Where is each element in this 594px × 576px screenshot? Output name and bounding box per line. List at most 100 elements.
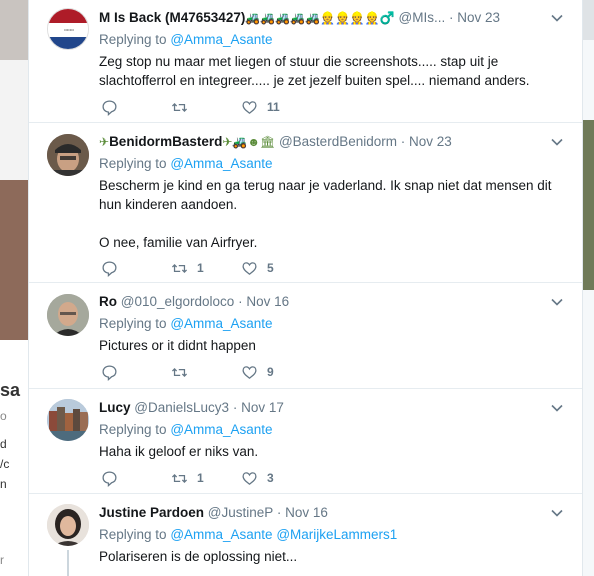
retweet-icon [171, 102, 188, 112]
bg-fragment: d [0, 437, 7, 451]
chevron-down-icon[interactable] [550, 11, 564, 25]
tweet-text: Polariseren is de oplossing niet... [99, 549, 298, 564]
retweet-button[interactable]: 1 [171, 258, 204, 278]
chevron-down-icon[interactable] [550, 506, 564, 520]
avatar[interactable] [47, 134, 89, 176]
tweet-header: M Is Back (M47653427)🚜🚜🚜🚜🚜👷👷👷👷♂️ @MIs...… [99, 10, 501, 25]
tweet[interactable]: ••••••• M Is Back (M47653427)🚜🚜🚜🚜🚜👷👷👷👷♂️… [29, 0, 582, 123]
tweet-timestamp[interactable]: Nov 23 [409, 134, 452, 149]
heart-icon [242, 261, 257, 275]
tweet-timestamp[interactable]: Nov 16 [285, 505, 328, 520]
reply-button[interactable] [101, 362, 127, 382]
thread-connector-line [67, 550, 69, 576]
chevron-down-icon[interactable] [550, 401, 564, 415]
replying-to: Replying to @Amma_Asante [99, 154, 564, 174]
heart-icon [242, 471, 257, 485]
replying-to: Replying to @Amma_Asante @MarijkeLammers… [99, 525, 564, 545]
tweet[interactable]: Ro @010_elgordoloco · Nov 16 Replying to… [29, 283, 582, 389]
replying-to: Replying to @Amma_Asante [99, 420, 564, 440]
name-prefix-emoji: ✈ [99, 135, 110, 149]
tweet-actions: 11 [99, 97, 399, 117]
like-button[interactable]: 3 [241, 468, 274, 488]
mention-link[interactable]: @Amma_Asante [170, 422, 272, 437]
avatar[interactable]: ••••••• [47, 8, 89, 50]
retweet-button[interactable] [171, 362, 197, 382]
reply-button[interactable] [101, 468, 127, 488]
tweet-header: ✈BenidormBasterd✈🚜☻🏛 @BasterdBenidorm · … [99, 134, 452, 149]
reply-button[interactable] [101, 258, 127, 278]
reply-icon [102, 260, 117, 277]
retweet-icon [171, 263, 188, 273]
retweet-count: 1 [197, 471, 204, 485]
reply-icon [102, 364, 117, 381]
avatar[interactable] [47, 504, 89, 546]
avatar[interactable] [47, 399, 89, 441]
mention-link[interactable]: @MarijkeLammers1 [276, 527, 397, 542]
user-handle[interactable]: @JustineP [208, 505, 273, 520]
replying-to-label: Replying to [99, 527, 167, 542]
reply-icon [102, 99, 117, 116]
name-emoji-badges: ✈🚜☻🏛 [222, 135, 276, 149]
like-button[interactable]: 11 [241, 97, 280, 117]
user-handle[interactable]: @DanielsLucy3 [134, 400, 229, 415]
tweet-header: Justine Pardoen @JustineP · Nov 16 [99, 505, 328, 520]
user-handle[interactable]: @BasterdBenidorm [279, 134, 397, 149]
mention-link[interactable]: @Amma_Asante [170, 316, 272, 331]
replying-to-label: Replying to [99, 422, 167, 437]
mention-link[interactable]: @Amma_Asante [170, 32, 272, 47]
heart-icon [242, 365, 257, 379]
display-name[interactable]: Lucy [99, 400, 131, 415]
display-name[interactable]: Ro [99, 294, 117, 309]
display-name[interactable]: BenidormBasterd [109, 134, 222, 149]
background-page-left: sa o d /c n r [0, 0, 28, 576]
retweet-button[interactable]: 1 [171, 468, 204, 488]
background-page-right [583, 0, 594, 576]
bg-fragment: r [0, 553, 4, 567]
tweet[interactable]: Justine Pardoen @JustineP · Nov 16 Reply… [29, 494, 582, 576]
heart-icon [242, 100, 257, 114]
man-cap-avatar-icon [47, 134, 89, 176]
retweet-button[interactable] [171, 97, 197, 117]
retweet-icon [171, 367, 188, 377]
tweet-timestamp[interactable]: Nov 23 [457, 10, 500, 25]
mention-link[interactable]: @Amma_Asante [170, 156, 272, 171]
tweet-text: Zeg stop nu maar met liegen of stuur die… [99, 54, 530, 88]
bg-fragment: /c [0, 457, 10, 471]
tweet-actions: 9 [99, 362, 399, 382]
like-button[interactable]: 9 [241, 362, 274, 382]
replying-to: Replying to @Amma_Asante [99, 30, 564, 50]
tweet-actions: 1 5 [99, 258, 399, 278]
replying-to-label: Replying to [99, 32, 167, 47]
display-name[interactable]: M Is Back (M47653427) [99, 10, 245, 25]
canal-houses-avatar-icon [47, 399, 89, 441]
tweet-header: Lucy @DanielsLucy3 · Nov 17 [99, 400, 284, 415]
bg-fragment: n [0, 477, 7, 491]
retweet-count: 1 [197, 261, 204, 275]
woman-avatar-icon [47, 504, 89, 546]
tweet[interactable]: Lucy @DanielsLucy3 · Nov 17 Replying to … [29, 389, 582, 494]
tweet[interactable]: ✈BenidormBasterd✈🚜☻🏛 @BasterdBenidorm · … [29, 123, 582, 283]
chevron-down-icon[interactable] [550, 135, 564, 149]
like-count: 11 [267, 100, 280, 114]
user-handle[interactable]: @010_elgordoloco [121, 294, 235, 309]
replying-to: Replying to @Amma_Asante [99, 314, 564, 334]
user-handle[interactable]: @MIs... [399, 10, 446, 25]
like-count: 3 [267, 471, 274, 485]
tweet-text: Pictures or it didnt happen [99, 338, 256, 353]
replying-to-label: Replying to [99, 156, 167, 171]
display-name[interactable]: Justine Pardoen [99, 505, 204, 520]
mention-link[interactable]: @Amma_Asante [170, 527, 272, 542]
bg-fragment: sa [0, 380, 21, 400]
chevron-down-icon[interactable] [550, 295, 564, 309]
tweet-timestamp[interactable]: Nov 17 [241, 400, 284, 415]
bg-fragment: o [0, 409, 7, 423]
reply-button[interactable] [101, 97, 127, 117]
like-count: 9 [267, 365, 274, 379]
svg-text:•••••••: ••••••• [64, 27, 74, 32]
tweet-actions: 1 3 [99, 468, 399, 488]
like-button[interactable]: 5 [241, 258, 274, 278]
reply-icon [102, 470, 117, 487]
avatar[interactable] [47, 294, 89, 336]
retweet-icon [171, 473, 188, 483]
tweet-timestamp[interactable]: Nov 16 [246, 294, 289, 309]
